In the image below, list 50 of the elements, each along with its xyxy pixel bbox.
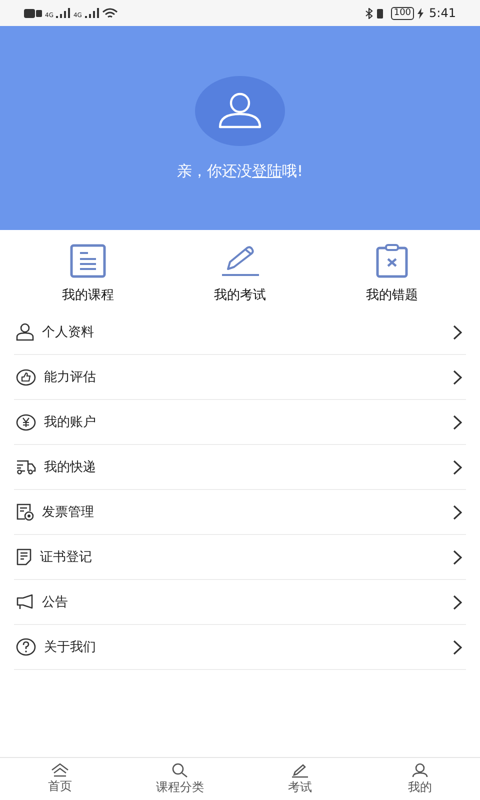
chevron-right-icon bbox=[453, 504, 462, 520]
menu-item[interactable]: 我的账户 bbox=[14, 400, 466, 445]
person-icon bbox=[411, 762, 429, 778]
chevron-right-icon bbox=[453, 550, 462, 564]
yen-icon bbox=[16, 414, 36, 430]
clock-time: 5:41 bbox=[429, 6, 456, 20]
vibrate-icon bbox=[376, 8, 384, 18]
signal-icon bbox=[84, 8, 99, 18]
chevron-right-icon bbox=[453, 324, 462, 340]
hd-icon bbox=[24, 8, 42, 18]
avatar-icon[interactable] bbox=[195, 76, 285, 146]
signal-icon bbox=[56, 8, 70, 18]
home-icon bbox=[51, 763, 69, 777]
greeting-text: 亲，你还没 bbox=[176, 162, 252, 181]
tab-item[interactable]: 首页 bbox=[0, 758, 120, 800]
pencil-icon bbox=[291, 762, 309, 778]
chevron-right-icon bbox=[453, 370, 462, 384]
tab-item[interactable]: 考试 bbox=[240, 758, 360, 800]
clipboard-icon[interactable] bbox=[376, 244, 408, 278]
menu-item[interactable]: 我的快递 bbox=[14, 445, 466, 490]
help-icon bbox=[16, 638, 36, 656]
invoice-icon bbox=[16, 503, 34, 521]
chevron-right-icon bbox=[453, 640, 462, 654]
pencil-icon[interactable] bbox=[220, 244, 260, 278]
search-icon bbox=[171, 762, 189, 778]
tab-item[interactable]: 我的 bbox=[360, 758, 480, 800]
menu-item[interactable]: 能力评估 bbox=[14, 355, 466, 400]
wifi-icon bbox=[102, 8, 118, 18]
chevron-right-icon bbox=[453, 414, 462, 430]
battery-level: 100 bbox=[390, 6, 414, 20]
thumbs-up-icon bbox=[16, 368, 36, 386]
greeting-text: 哦! bbox=[282, 162, 303, 181]
tab-item[interactable]: 课程分类 bbox=[120, 758, 240, 800]
chevron-right-icon bbox=[453, 594, 462, 610]
chevron-right-icon bbox=[453, 460, 462, 474]
menu-item[interactable]: 证书登记 bbox=[14, 535, 466, 580]
person-icon bbox=[16, 323, 34, 341]
menu-item[interactable]: 关于我们 bbox=[14, 625, 466, 670]
bluetooth-icon bbox=[364, 8, 373, 18]
menu-item[interactable]: 发票管理 bbox=[14, 490, 466, 535]
menu-item[interactable]: 公告 bbox=[14, 580, 466, 625]
shortcut-label[interactable]: 我的课程 bbox=[62, 286, 114, 304]
megaphone-icon bbox=[16, 594, 34, 610]
note-icon bbox=[16, 548, 32, 566]
shortcut-label[interactable]: 我的考试 bbox=[214, 286, 266, 304]
truck-icon bbox=[16, 459, 36, 475]
menu-item[interactable]: 个人资料 bbox=[14, 310, 466, 355]
shortcut-label[interactable]: 我的错题 bbox=[366, 286, 418, 304]
document-icon[interactable] bbox=[70, 244, 106, 278]
charging-icon bbox=[417, 8, 424, 18]
